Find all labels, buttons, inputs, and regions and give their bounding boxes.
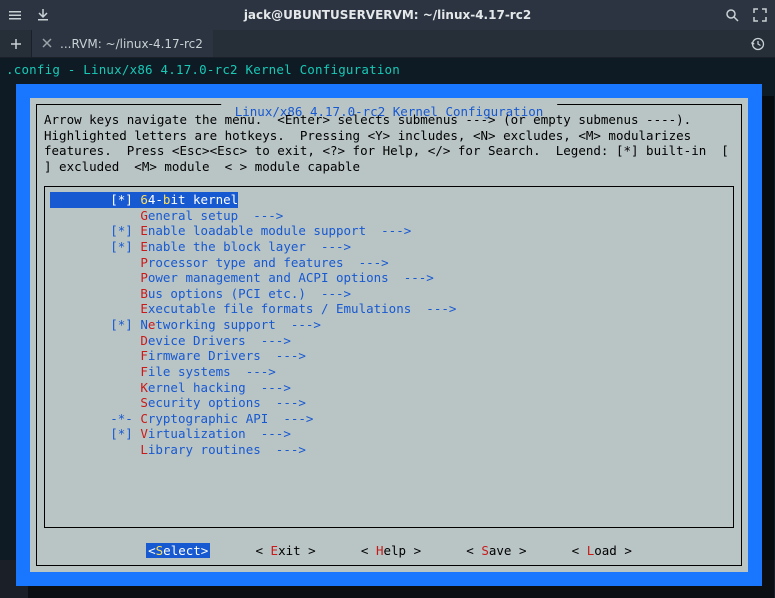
terminal-area[interactable]: .config - Linux/x86 4.17.0-rc2 Kernel Co… (0, 58, 775, 560)
menu-item[interactable]: Device Drivers ---> (50, 333, 728, 349)
menu-item[interactable]: Library routines ---> (50, 442, 728, 458)
config-breadcrumb: .config - Linux/x86 4.17.0-rc2 Kernel Co… (6, 62, 766, 77)
menu-item[interactable]: Kernel hacking ---> (50, 380, 728, 396)
close-icon[interactable] (42, 37, 52, 51)
dialog-button[interactable]: <Select> (146, 543, 210, 558)
menu-item[interactable]: Processor type and features ---> (50, 255, 728, 271)
menu-item[interactable]: -*- Cryptographic API ---> (50, 411, 728, 427)
dialog-button[interactable]: < Load > (572, 543, 632, 558)
dialog-button[interactable]: < Save > (466, 543, 526, 558)
help-text: Arrow keys navigate the menu. <Enter> se… (44, 112, 734, 175)
menu-item[interactable]: General setup ---> (50, 208, 728, 224)
menu-item[interactable]: File systems ---> (50, 364, 728, 380)
menu-item[interactable]: Bus options (PCI etc.) ---> (50, 286, 728, 302)
button-row: <Select> < Exit > < Help > < Save > < Lo… (30, 543, 748, 558)
maximize-icon[interactable] (753, 8, 767, 22)
tab-active[interactable]: ...RVM: ~/linux-4.17-rc2 (32, 30, 213, 57)
dialog-button[interactable]: < Exit > (255, 543, 315, 558)
menuconfig-dialog: Linux/x86 4.17.0-rc2 Kernel Configuratio… (30, 98, 748, 572)
search-icon[interactable] (725, 8, 739, 22)
history-icon[interactable] (751, 30, 765, 57)
menu-item[interactable]: [*] Virtualization ---> (50, 426, 728, 442)
window-menu-icon[interactable] (8, 8, 22, 22)
menu-list[interactable]: [*] 64-bit kernel General setup ---> [*]… (50, 192, 728, 458)
dialog-button[interactable]: < Help > (361, 543, 421, 558)
menu-item[interactable]: [*] 64-bit kernel (50, 192, 238, 208)
tab-label: ...RVM: ~/linux-4.17-rc2 (60, 37, 203, 51)
ncurses-background: Linux/x86 4.17.0-rc2 Kernel Configuratio… (16, 84, 762, 586)
menu-item[interactable]: Executable file formats / Emulations ---… (50, 301, 728, 317)
download-icon[interactable] (36, 8, 50, 22)
menu-item[interactable]: [*] Networking support ---> (50, 317, 728, 333)
menu-item[interactable]: Firmware Drivers ---> (50, 348, 728, 364)
tab-bar: ...RVM: ~/linux-4.17-rc2 (0, 30, 775, 58)
window-titlebar: jack@UBUNTUSERVERVM: ~/linux-4.17-rc2 (0, 0, 775, 30)
menu-item[interactable]: Power management and ACPI options ---> (50, 270, 728, 286)
window-title: jack@UBUNTUSERVERVM: ~/linux-4.17-rc2 (128, 8, 647, 22)
menu-item[interactable]: Security options ---> (50, 395, 728, 411)
menu-item[interactable]: [*] Enable the block layer ---> (50, 239, 728, 255)
new-tab-button[interactable] (0, 30, 32, 57)
menu-item[interactable]: [*] Enable loadable module support ---> (50, 223, 728, 239)
